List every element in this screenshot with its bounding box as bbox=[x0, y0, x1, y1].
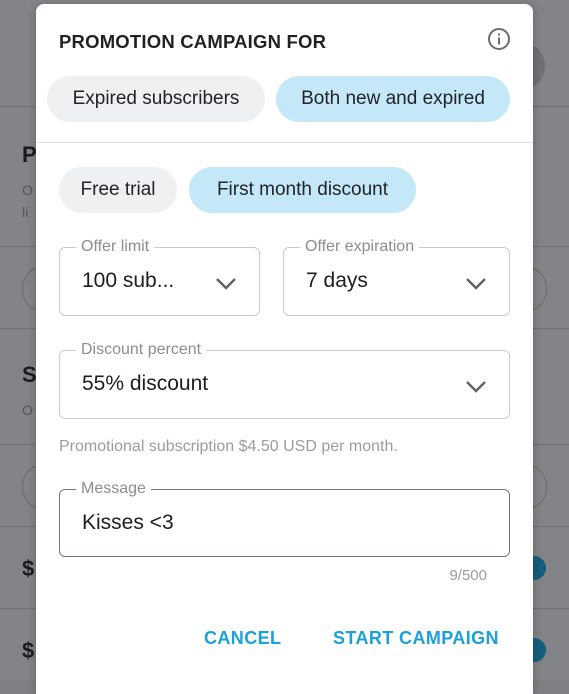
divider bbox=[36, 142, 533, 143]
chevron-down-icon bbox=[466, 381, 486, 393]
offer-expiration-select[interactable]: Offer expiration 7 days bbox=[283, 238, 510, 316]
offer-limit-label: Offer limit bbox=[76, 238, 155, 256]
start-campaign-button[interactable]: START CAMPAIGN bbox=[333, 628, 499, 649]
promotion-dialog: PROMOTION CAMPAIGN FOR Expired subscribe… bbox=[36, 4, 533, 694]
chip-both-new-and-expired[interactable]: Both new and expired bbox=[276, 76, 510, 122]
chevron-down-icon bbox=[466, 278, 486, 290]
dialog-title: PROMOTION CAMPAIGN FOR bbox=[59, 31, 327, 52]
message-field[interactable]: Message Kisses <3 bbox=[59, 480, 510, 557]
section-subtext: li bbox=[22, 204, 29, 220]
section-subtext: O bbox=[22, 182, 33, 198]
offer-limit-select[interactable]: Offer limit 100 sub... bbox=[59, 238, 260, 316]
character-counter: 9/500 bbox=[449, 567, 487, 584]
message-label: Message bbox=[76, 480, 151, 498]
section-letter: $ bbox=[22, 638, 35, 663]
discount-percent-select[interactable]: Discount percent 55% discount bbox=[59, 341, 510, 419]
promo-price-hint: Promotional subscription $4.50 USD per m… bbox=[59, 438, 398, 455]
section-letter: P bbox=[22, 142, 37, 167]
offer-expiration-label: Offer expiration bbox=[300, 238, 420, 256]
cancel-button[interactable]: CANCEL bbox=[204, 628, 281, 649]
offer-limit-value: 100 sub... bbox=[82, 269, 175, 292]
info-icon[interactable] bbox=[487, 27, 511, 51]
message-input[interactable]: Kisses <3 bbox=[82, 511, 174, 535]
offer-expiration-value: 7 days bbox=[306, 269, 368, 292]
chip-expired-subscribers[interactable]: Expired subscribers bbox=[47, 76, 265, 122]
chevron-down-icon bbox=[216, 278, 236, 290]
section-letter: S bbox=[22, 362, 37, 387]
discount-percent-value: 55% discount bbox=[82, 372, 209, 395]
section-subtext: O bbox=[22, 402, 33, 418]
discount-percent-label: Discount percent bbox=[76, 341, 207, 359]
section-letter: $ bbox=[22, 556, 35, 581]
chip-first-month-discount[interactable]: First month discount bbox=[189, 167, 416, 213]
chip-free-trial[interactable]: Free trial bbox=[59, 167, 177, 213]
